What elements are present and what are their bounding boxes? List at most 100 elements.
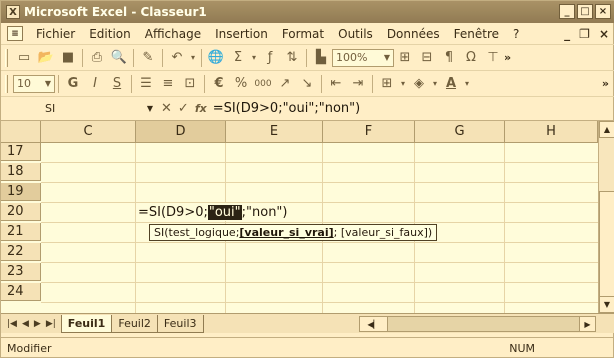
document-icon[interactable]: ≡	[7, 26, 23, 41]
tooltip-current-argument[interactable]: [valeur_si_vrai]	[239, 226, 333, 239]
scroll-right-button[interactable]: ▶	[579, 317, 595, 331]
print-preview-icon[interactable]: 🔍	[108, 48, 130, 68]
doc-restore-button[interactable]: ❐	[579, 27, 590, 41]
sort-icon[interactable]: ⇅	[281, 48, 303, 68]
more-icon[interactable]: »	[602, 77, 614, 90]
toolbar-grip[interactable]	[5, 48, 8, 67]
function-icon[interactable]: ƒ	[259, 48, 281, 68]
save-icon[interactable]: ■	[57, 48, 79, 68]
menu-edition[interactable]: Edition	[82, 27, 138, 41]
column-header-c[interactable]: C	[41, 121, 136, 143]
column-header-h[interactable]: H	[505, 121, 598, 143]
column-header-f[interactable]: F	[323, 121, 415, 143]
doc-close-button[interactable]: ×	[599, 27, 609, 41]
scroll-thumb[interactable]	[599, 191, 614, 301]
fill-color-dropdown-icon[interactable]: ▾	[430, 74, 440, 94]
split-icon[interactable]: ⊟	[416, 48, 438, 68]
percent-button[interactable]: %	[230, 74, 252, 94]
row-header-18[interactable]: 18	[1, 163, 41, 181]
borders-icon[interactable]: ⊞	[376, 74, 398, 94]
row-header-22[interactable]: 22	[1, 243, 41, 261]
menu-outils[interactable]: Outils	[331, 27, 380, 41]
merge-center-icon[interactable]: ⊡	[179, 74, 201, 94]
decrease-indent-icon[interactable]: ⇤	[325, 74, 347, 94]
next-sheet-icon[interactable]: ▶	[34, 319, 41, 329]
corner-select-all[interactable]	[1, 121, 41, 143]
increase-decimal-button[interactable]: ↗	[274, 74, 296, 94]
open-icon[interactable]: 📂	[35, 48, 57, 68]
more-icon[interactable]: »	[504, 51, 517, 64]
active-cell-editor[interactable]: =SI(D9>0; "oui" ;"non")	[136, 203, 288, 221]
chart-icon[interactable]: ▙	[310, 48, 332, 68]
sheet-tab-feuil1[interactable]: Feuil1	[60, 314, 113, 333]
scroll-up-button[interactable]: ▲	[599, 121, 614, 138]
formula-input[interactable]: =SI(D9>0;"oui";"non")	[213, 101, 360, 116]
cancel-icon[interactable]: ✕	[161, 101, 172, 116]
autosum-dropdown-icon[interactable]: ▾	[249, 48, 259, 68]
undo-icon[interactable]: ↶	[166, 48, 188, 68]
font-color-icon[interactable]: A	[440, 74, 462, 94]
close-button[interactable]: ×	[595, 4, 611, 19]
row-header-24[interactable]: 24	[1, 283, 41, 301]
align-center-icon[interactable]: ≡	[157, 74, 179, 94]
table-icon[interactable]: ⊤	[482, 48, 504, 68]
merge-icon[interactable]: ⊞	[394, 48, 416, 68]
scroll-down-button[interactable]: ▼	[599, 296, 614, 313]
excel-app-icon[interactable]: X	[6, 5, 20, 19]
underline-button[interactable]: S	[106, 74, 128, 94]
spreadsheet-grid[interactable]: C D E F G H 17 18 19 20 21 22 23 24 =SI(…	[1, 121, 614, 313]
row-header-21[interactable]: 21	[1, 223, 41, 241]
menu-format[interactable]: Format	[275, 27, 331, 41]
symbol-icon[interactable]: Ω	[460, 48, 482, 68]
menu-insertion[interactable]: Insertion	[208, 27, 275, 41]
name-box[interactable]: SI ▼	[45, 99, 153, 119]
menu-donnees[interactable]: Données	[380, 27, 447, 41]
tooltip-function[interactable]: SI(test_logique;	[154, 226, 239, 239]
italic-button[interactable]: I	[84, 74, 106, 94]
menu-fenetre[interactable]: Fenêtre	[447, 27, 506, 41]
menu-fichier[interactable]: Fichier	[29, 27, 82, 41]
increase-indent-icon[interactable]: ⇥	[347, 74, 369, 94]
thousands-button[interactable]: 000	[252, 74, 274, 94]
undo-dropdown-icon[interactable]: ▾	[188, 48, 198, 68]
hyperlink-icon[interactable]: 🌐	[205, 48, 227, 68]
column-header-e[interactable]: E	[226, 121, 323, 143]
row-header-23[interactable]: 23	[1, 263, 41, 281]
align-left-icon[interactable]: ☰	[135, 74, 157, 94]
font-size-dropdown[interactable]: 10 ▼	[13, 74, 55, 93]
function-tooltip[interactable]: SI(test_logique; [valeur_si_vrai] ; [val…	[149, 224, 438, 241]
first-sheet-icon[interactable]: |◀	[7, 319, 17, 329]
column-header-g[interactable]: G	[415, 121, 505, 143]
row-header-20[interactable]: 20	[1, 203, 41, 221]
column-header-d[interactable]: D	[136, 121, 226, 143]
menu-help[interactable]: ?	[506, 27, 526, 41]
autosum-icon[interactable]: Σ	[227, 48, 249, 68]
new-icon[interactable]: ▭	[13, 48, 35, 68]
insert-function-icon[interactable]: fx	[195, 102, 207, 115]
restore-button[interactable]: □	[577, 4, 593, 19]
sheet-tab-feuil2[interactable]: Feuil2	[111, 314, 158, 333]
format-painter-icon[interactable]: ✎	[137, 48, 159, 68]
borders-dropdown-icon[interactable]: ▾	[398, 74, 408, 94]
chevron-down-icon[interactable]: ▼	[147, 104, 153, 113]
print-icon[interactable]: ⎙	[86, 48, 108, 68]
last-sheet-icon[interactable]: ▶|	[46, 319, 56, 329]
vertical-scrollbar[interactable]: ▲ ▼	[598, 121, 614, 313]
menu-affichage[interactable]: Affichage	[138, 27, 208, 41]
horizontal-scrollbar[interactable]: ◀▏ ▶	[359, 316, 596, 332]
zoom-dropdown[interactable]: 100% ▼	[332, 48, 394, 67]
toolbar-grip[interactable]	[5, 74, 8, 93]
fill-color-icon[interactable]: ◈	[408, 74, 430, 94]
bold-button[interactable]: G	[62, 74, 84, 94]
prev-sheet-icon[interactable]: ◀	[22, 319, 29, 329]
enter-icon[interactable]: ✓	[178, 101, 189, 116]
row-header-17[interactable]: 17	[1, 143, 41, 161]
text-icon[interactable]: ¶	[438, 48, 460, 68]
font-color-dropdown-icon[interactable]: ▾	[462, 74, 472, 94]
decrease-decimal-button[interactable]: ↘	[296, 74, 318, 94]
row-header-19[interactable]: 19	[1, 183, 41, 201]
doc-minimize-button[interactable]: _	[564, 27, 570, 41]
scroll-left-button[interactable]: ◀▏	[360, 317, 388, 331]
currency-button[interactable]: €	[208, 74, 230, 94]
sheet-tab-feuil3[interactable]: Feuil3	[156, 314, 204, 333]
